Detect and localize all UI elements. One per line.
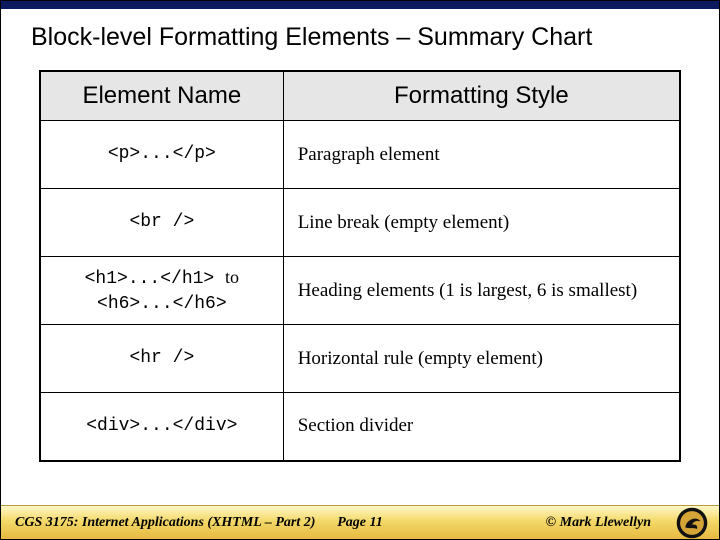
cell-element: <hr /> <box>40 325 283 393</box>
cell-element: <p>...</p> <box>40 121 283 189</box>
summary-table: Element Name Formatting Style <p>...</p>… <box>39 70 681 462</box>
cell-element: <br /> <box>40 189 283 257</box>
table-row: <p>...</p> Paragraph element <box>40 121 680 189</box>
footer-page: Page 11 <box>337 515 383 531</box>
summary-table-wrapper: Element Name Formatting Style <p>...</p>… <box>1 62 719 462</box>
footer-bar: CGS 3175: Internet Applications (XHTML –… <box>1 505 719 539</box>
cell-description: Section divider <box>283 393 680 461</box>
table-row: <div>...</div> Section divider <box>40 393 680 461</box>
page-title: Block-level Formatting Elements – Summar… <box>1 9 719 62</box>
cell-element: <div>...</div> <box>40 393 283 461</box>
cell-to-word: to <box>225 267 239 287</box>
header-formatting-style: Formatting Style <box>283 71 680 121</box>
table-row: <h1>...</h1> to <h6>...</h6> Heading ele… <box>40 257 680 325</box>
footer-copyright: © Mark Llewellyn <box>546 515 651 531</box>
cell-element: <h1>...</h1> to <h6>...</h6> <box>40 257 283 325</box>
pegasus-logo-icon <box>675 506 709 540</box>
top-accent-bar <box>1 1 719 9</box>
footer-course: CGS 3175: Internet Applications (XHTML –… <box>15 515 315 531</box>
cell-description: Horizontal rule (empty element) <box>283 325 680 393</box>
header-element-name: Element Name <box>40 71 283 121</box>
cell-element-line2: <h6>...</h6> <box>51 292 273 316</box>
cell-description: Heading elements (1 is largest, 6 is sma… <box>283 257 680 325</box>
cell-element-line1: <h1>...</h1> <box>85 269 215 289</box>
table-header-row: Element Name Formatting Style <box>40 71 680 121</box>
cell-description: Paragraph element <box>283 121 680 189</box>
cell-description: Line break (empty element) <box>283 189 680 257</box>
table-row: <br /> Line break (empty element) <box>40 189 680 257</box>
table-row: <hr /> Horizontal rule (empty element) <box>40 325 680 393</box>
